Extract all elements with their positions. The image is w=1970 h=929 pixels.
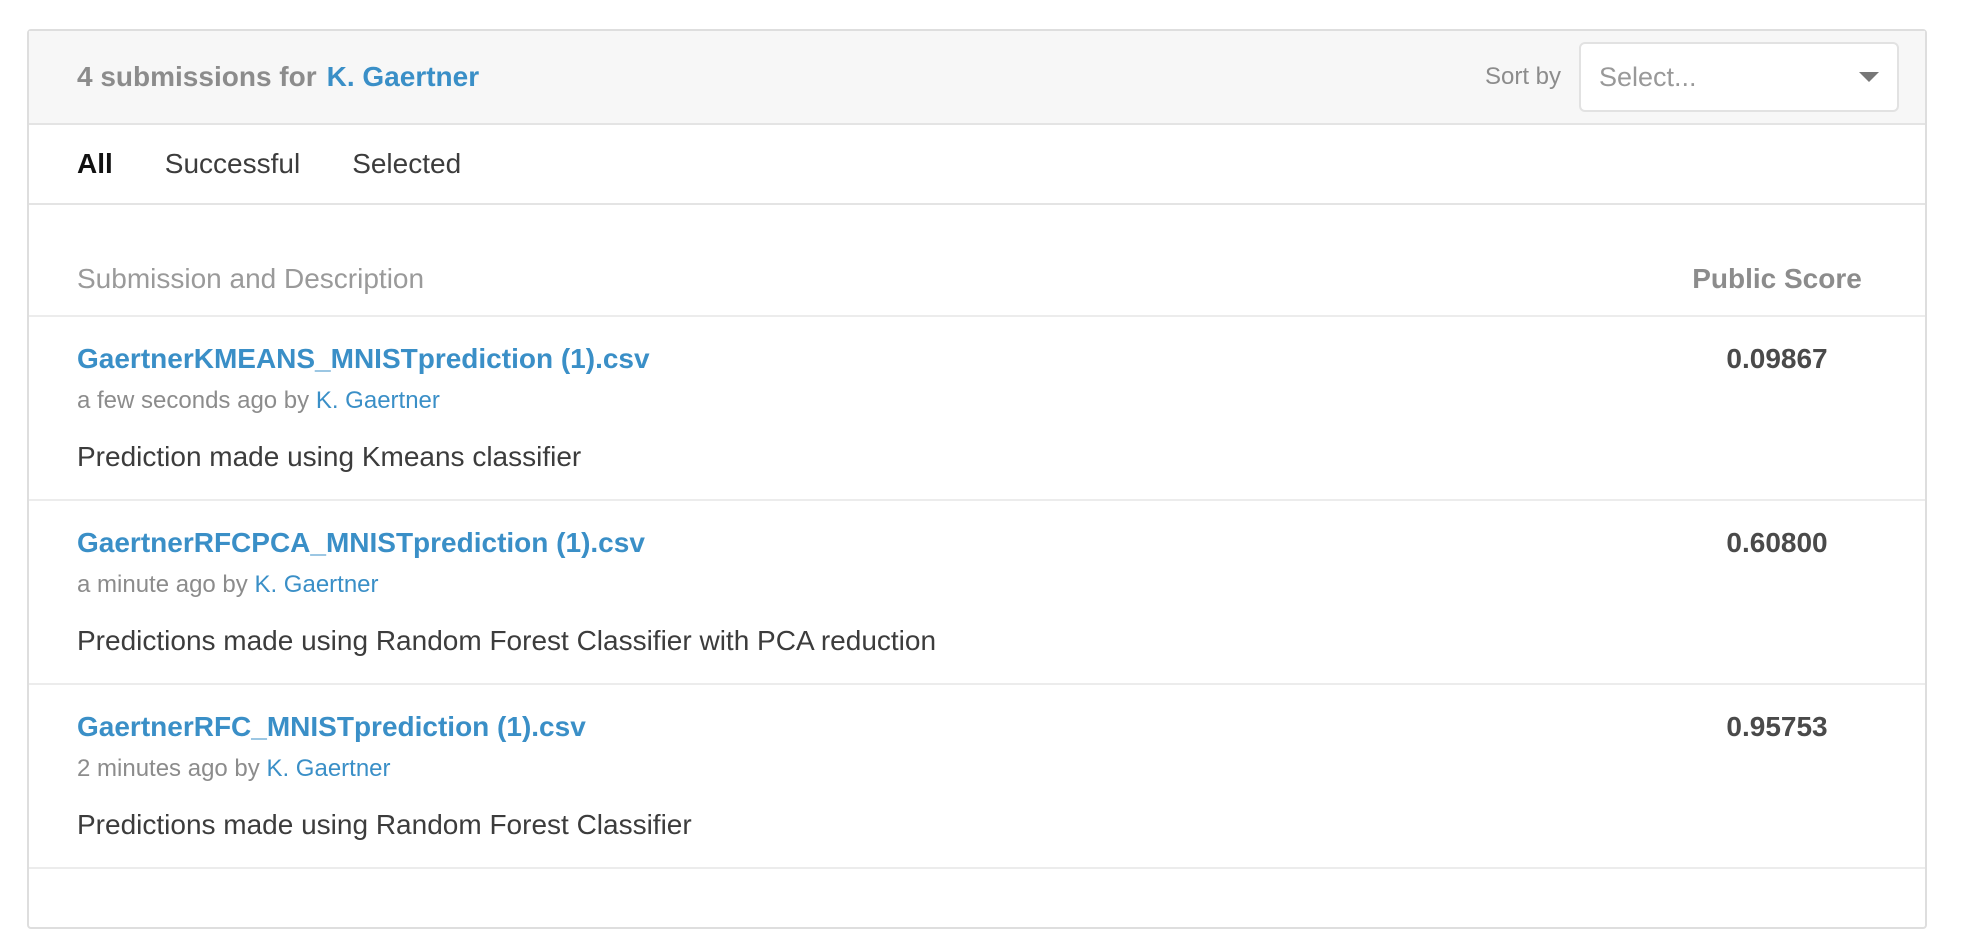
submission-cell: GaertnerRFCPCA_MNISTprediction (1).csv a… [77,527,1677,683]
column-header-submission: Submission and Description [77,263,425,294]
submission-time: a few seconds ago by [77,387,310,414]
submission-meta: a minute ago by K. Gaertner [77,571,1677,599]
submission-file-link[interactable]: GaertnerRFC_MNISTprediction (1).csv [77,711,586,743]
submission-time: a minute ago by [77,571,248,598]
submission-file-link[interactable]: GaertnerKMEANS_MNISTprediction (1).csv [77,343,650,375]
public-score: 0.60800 [1726,527,1828,558]
submission-description: Predictions made using Random Forest Cla… [77,809,692,840]
submission-author-link[interactable]: K. Gaertner [316,387,440,414]
submission-file-link[interactable]: GaertnerRFCPCA_MNISTprediction (1).csv [77,527,645,559]
submission-meta: a few seconds ago by K. Gaertner [77,387,1677,415]
submission-cell: GaertnerKMEANS_MNISTprediction (1).csv a… [77,343,1677,499]
table-row: GaertnerRFC_MNISTprediction (1).csv 2 mi… [29,685,1925,869]
submission-time: 2 minutes ago by [77,755,260,782]
column-header-public-score: Public Score [1692,263,1862,294]
public-score: 0.09867 [1726,343,1828,374]
submissions-panel: 4 submissions for K. Gaertner Sort by Sel… [27,29,1927,929]
tab-all[interactable]: All [77,148,113,180]
submissions-title: 4 submissions for K. Gaertner [77,61,1485,93]
chevron-down-icon [1859,72,1879,82]
submission-cell: GaertnerRFC_MNISTprediction (1).csv 2 mi… [77,711,1677,867]
sort-select[interactable]: Select... [1579,42,1899,112]
panel-header: 4 submissions for K. Gaertner Sort by Sel… [29,31,1925,125]
submission-description: Predictions made using Random Forest Cla… [77,625,937,656]
submissions-count-text: 4 submissions for [77,61,317,92]
submission-author-link[interactable]: K. Gaertner [266,755,390,782]
table-row: GaertnerKMEANS_MNISTprediction (1).csv a… [29,317,1925,501]
submission-description: Prediction made using Kmeans classifier [77,441,582,472]
table-row: GaertnerRFCPCA_MNISTprediction (1).csv a… [29,501,1925,685]
filter-tabs: All Successful Selected [29,125,1925,205]
sort-by-label: Sort by [1484,63,1561,90]
public-score: 0.95753 [1726,711,1828,742]
submission-author-link[interactable]: K. Gaertner [254,571,378,598]
sort-select-placeholder: Select... [1599,61,1697,92]
tab-selected[interactable]: Selected [352,148,461,180]
owner-link[interactable]: K. Gaertner [327,61,480,92]
submission-meta: 2 minutes ago by K. Gaertner [77,755,1677,783]
tab-successful[interactable]: Successful [165,148,300,180]
table-header: Submission and Description Public Score [29,263,1925,317]
